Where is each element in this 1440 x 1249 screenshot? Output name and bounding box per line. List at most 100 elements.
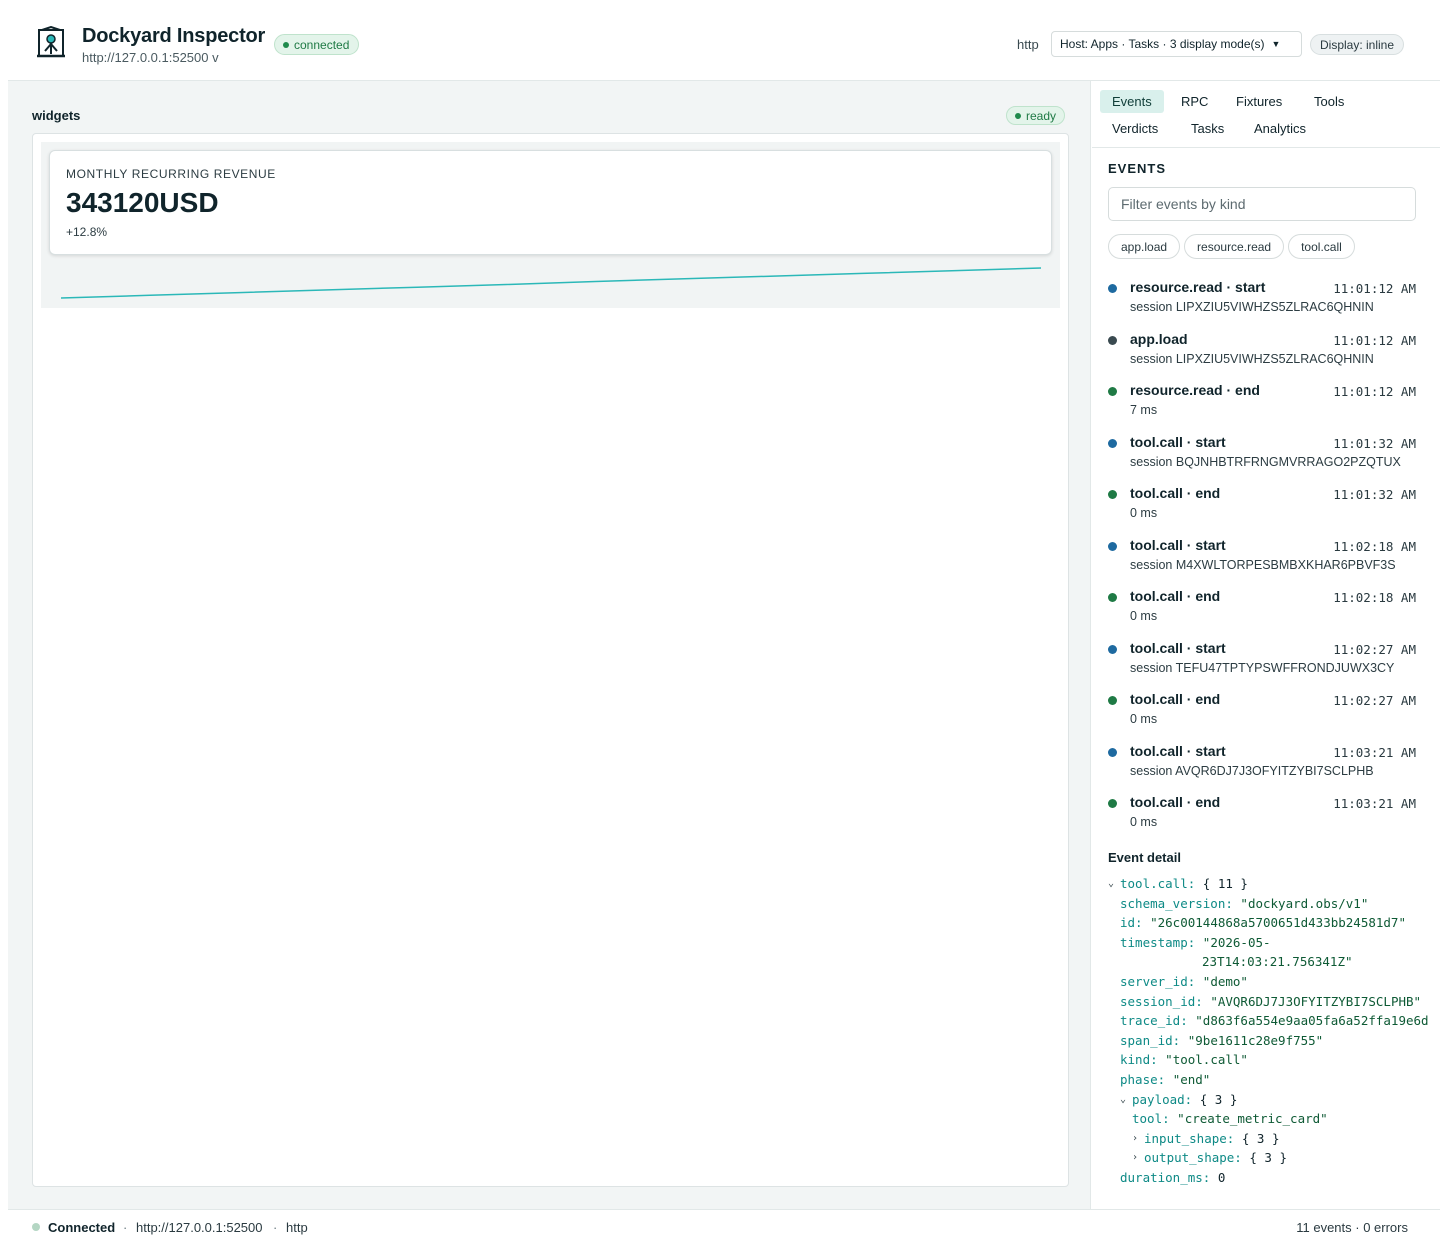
event-detail: 0 ms bbox=[1130, 506, 1158, 520]
chip-resource-read[interactable]: resource.read bbox=[1184, 234, 1285, 259]
host-mode-select[interactable]: Host: Apps · Tasks · 3 display mode(s) ▼ bbox=[1051, 31, 1302, 57]
event-time: 11:01:12 AM bbox=[1333, 332, 1416, 348]
event-filter-input[interactable] bbox=[1108, 187, 1416, 221]
event-list-item[interactable]: tool.call · start 11:02:18 AM session M4XW… bbox=[1108, 535, 1428, 587]
event-kind-dot-icon bbox=[1108, 490, 1117, 499]
separator: · bbox=[273, 1220, 278, 1235]
event-kind-dot-icon bbox=[1108, 644, 1117, 654]
event-kind-dot-icon bbox=[1108, 799, 1117, 808]
events-heading: EVENTS bbox=[1108, 161, 1167, 176]
status-dot-icon bbox=[32, 1223, 40, 1231]
chevron-right-icon: › bbox=[1132, 1152, 1139, 1164]
footer-event-counts: 11 events · 0 errors bbox=[1296, 1220, 1408, 1235]
event-title: tool.call · start bbox=[1130, 742, 1226, 759]
event-detail: 7 ms bbox=[1130, 403, 1158, 417]
tree-count: { 3 } bbox=[1241, 1130, 1280, 1146]
event-time: 11:02:27 AM bbox=[1333, 641, 1416, 657]
event-detail: session TEFU47TPTYPSWFFRONDJUWX3CY bbox=[1130, 660, 1395, 675]
tree-count: { 3 } bbox=[1249, 1150, 1288, 1166]
ready-status-text: ready bbox=[1026, 108, 1057, 123]
tab-rpc[interactable]: RPC bbox=[1169, 90, 1220, 113]
metric-value: 343120USD bbox=[66, 187, 219, 218]
event-kind-dot-icon bbox=[1108, 284, 1117, 293]
event-title: tool.call · end bbox=[1130, 691, 1221, 707]
tab-verdicts[interactable]: Verdicts bbox=[1100, 117, 1170, 140]
widget-preview-panel: widgets ready MONTHLY RECURRING REVENUE … bbox=[8, 81, 1091, 1209]
tab-events[interactable]: Events bbox=[1100, 90, 1164, 113]
separator: · bbox=[123, 1220, 128, 1235]
tab-tools[interactable]: Tools bbox=[1302, 90, 1356, 113]
inspector-sidebar: Events RPC Fixtures Tools Verdicts Tasks… bbox=[1092, 81, 1440, 1209]
event-list-item[interactable]: tool.call · end 11:02:18 AM 0 ms bbox=[1108, 586, 1428, 638]
tab-tasks[interactable]: Tasks bbox=[1179, 117, 1236, 140]
tree-value: "d863f6a554e9aa05fa6a52ffa19e6d bbox=[1195, 1013, 1429, 1029]
event-detail: session LIPXZIU5VIWHZS5ZLRAC6QHNIN bbox=[1130, 300, 1374, 314]
event-detail: 0 ms bbox=[1130, 712, 1158, 726]
event-detail: session BQJNHBTRFRNGMVRRAGO2PZQTUX bbox=[1130, 454, 1401, 469]
event-list-item[interactable]: tool.call · start 11:02:27 AM session TEFU… bbox=[1108, 638, 1428, 690]
event-list-item[interactable]: tool.call · start 11:01:32 AM session BQJN… bbox=[1108, 432, 1428, 484]
event-title: tool.call · start bbox=[1130, 639, 1226, 656]
chip-tool-call[interactable]: tool.call bbox=[1288, 234, 1355, 259]
footer-transport: http bbox=[286, 1220, 308, 1235]
tab-fixtures[interactable]: Fixtures bbox=[1224, 90, 1294, 113]
tree-count: { 11 } bbox=[1202, 876, 1248, 891]
status-bar: Connected · http://127.0.0.1:52500 · htt… bbox=[8, 1209, 1440, 1249]
tree-value: "tool.call" bbox=[1165, 1052, 1248, 1068]
transport-label: http bbox=[1017, 37, 1039, 52]
widget-frame: MONTHLY RECURRING REVENUE 343120USD +12.… bbox=[32, 133, 1069, 1187]
status-dot-icon bbox=[283, 41, 289, 48]
event-list-item[interactable]: tool.call · end 11:01:32 AM 0 ms bbox=[1108, 483, 1428, 535]
display-mode-badge[interactable]: Display: inline bbox=[1310, 34, 1405, 55]
event-detail: session LIPXZIU5VIWHZS5ZLRAC6QHNIN bbox=[1130, 351, 1374, 366]
tree-value: "26c00144868a5700651d433bb24581d7" bbox=[1150, 915, 1406, 931]
event-time: 11:03:21 AM bbox=[1333, 796, 1416, 811]
tree-value: 0 bbox=[1217, 1169, 1226, 1185]
event-title: tool.call · end bbox=[1130, 485, 1221, 501]
event-kind-dot-icon bbox=[1108, 593, 1117, 602]
event-time: 11:02:18 AM bbox=[1333, 590, 1416, 605]
tab-analytics[interactable]: Analytics bbox=[1242, 117, 1318, 140]
metric-label: MONTHLY RECURRING REVENUE bbox=[66, 167, 276, 181]
metric-delta: +12.8% bbox=[66, 225, 108, 239]
event-detail: 0 ms bbox=[1130, 609, 1158, 623]
sparkline-series-line bbox=[60, 267, 1042, 299]
event-list-item[interactable]: tool.call · end 11:03:21 AM 0 ms bbox=[1108, 792, 1428, 844]
ready-status-badge: ready bbox=[1006, 106, 1066, 125]
event-list-item[interactable]: app.load 11:01:12 AM session LIPXZIU5VIWHZ… bbox=[1108, 329, 1428, 381]
event-kind-dot-icon bbox=[1108, 747, 1117, 757]
event-title: tool.call · start bbox=[1130, 536, 1226, 553]
footer-connection-status: Connected bbox=[48, 1220, 116, 1235]
event-kind-dot-icon bbox=[1108, 335, 1117, 345]
chip-app-load[interactable]: app.load bbox=[1108, 234, 1181, 259]
event-list-item[interactable]: tool.call · end 11:02:27 AM 0 ms bbox=[1108, 689, 1428, 741]
tree-value: "create_metric_card" bbox=[1177, 1111, 1328, 1127]
tree-value: 23T14:03:21.756341Z" bbox=[1202, 954, 1353, 970]
event-time: 11:02:27 AM bbox=[1333, 693, 1416, 708]
app-header: Dockyard Inspector http://127.0.0.1:5250… bbox=[8, 0, 1440, 81]
chevron-down-icon: ▼ bbox=[1271, 39, 1281, 49]
panel-title: widgets bbox=[32, 108, 81, 123]
event-title: resource.read · end bbox=[1130, 382, 1260, 398]
server-url-selector[interactable]: http://127.0.0.1:52500 v bbox=[82, 50, 219, 65]
tree-key: tool.call: bbox=[1120, 876, 1196, 891]
event-detail-heading: Event detail bbox=[1108, 850, 1181, 865]
event-list-item[interactable]: resource.read · start 11:01:12 AM session … bbox=[1108, 277, 1428, 329]
event-detail: session AVQR6DJ7J3OFYITZYBI7SCLPHB bbox=[1130, 763, 1374, 778]
event-list-item[interactable]: tool.call · start 11:03:21 AM session AVQR… bbox=[1108, 741, 1428, 793]
event-list-item[interactable]: resource.read · end 11:01:12 AM 7 ms bbox=[1108, 380, 1428, 432]
event-kind-dot-icon bbox=[1108, 438, 1117, 448]
event-kind-dot-icon bbox=[1108, 696, 1117, 705]
event-kind-dot-icon bbox=[1108, 541, 1117, 551]
event-time: 11:01:12 AM bbox=[1333, 384, 1416, 399]
event-title: tool.call · end bbox=[1130, 588, 1221, 604]
event-detail: 0 ms bbox=[1130, 815, 1158, 829]
event-time: 11:01:12 AM bbox=[1333, 281, 1416, 296]
event-time: 11:03:21 AM bbox=[1333, 744, 1416, 760]
tree-value: "2026-05- bbox=[1202, 934, 1271, 950]
event-time: 11:01:32 AM bbox=[1333, 435, 1416, 451]
event-time: 11:01:32 AM bbox=[1333, 487, 1416, 502]
tabs-divider bbox=[1092, 147, 1440, 148]
metric-card: MONTHLY RECURRING REVENUE 343120USD +12.… bbox=[49, 150, 1052, 255]
footer-url: http://127.0.0.1:52500 bbox=[136, 1220, 263, 1235]
